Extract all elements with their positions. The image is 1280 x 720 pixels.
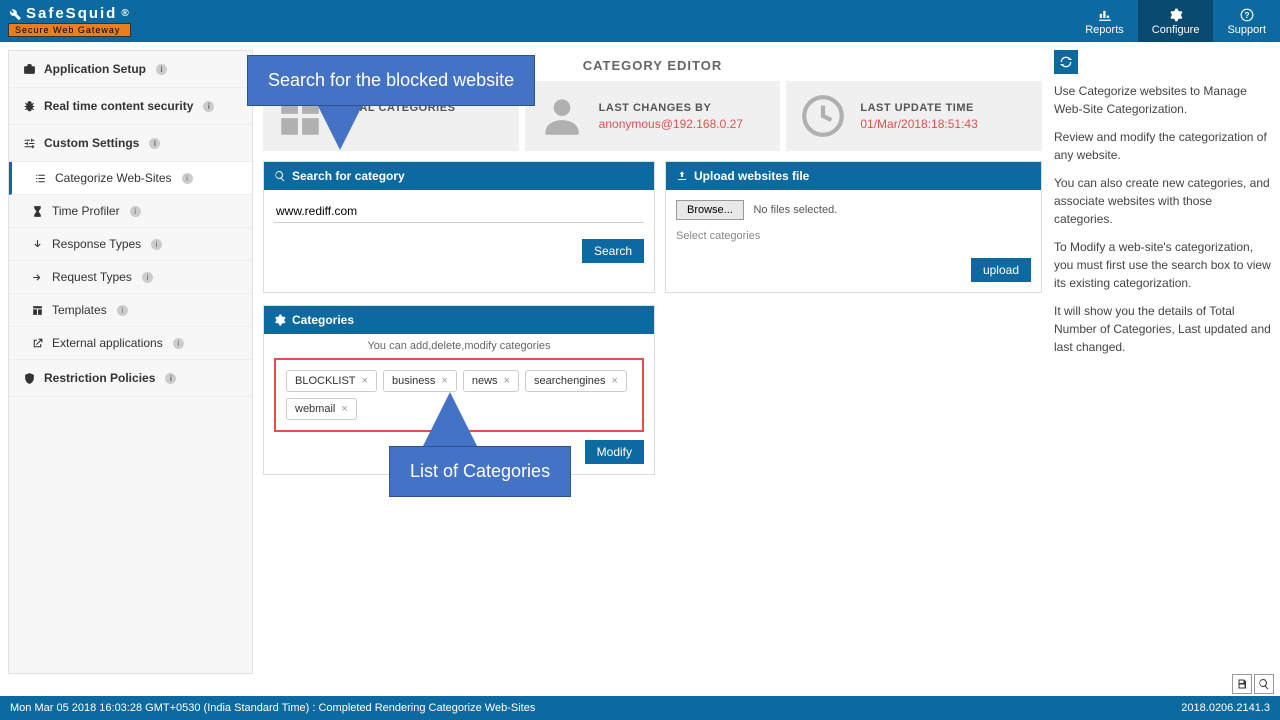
arrow-right-icon xyxy=(31,271,44,284)
refresh-icon xyxy=(1058,54,1074,70)
main: Application Setup i Real time content se… xyxy=(0,42,1280,682)
tag-item[interactable]: news× xyxy=(463,370,519,392)
hourglass-icon xyxy=(31,205,44,218)
menu-realtime[interactable]: Real time content security i xyxy=(9,88,252,125)
svg-text:?: ? xyxy=(1244,11,1249,20)
info-icon: i xyxy=(182,173,193,184)
refresh-button[interactable] xyxy=(1054,50,1078,74)
user-icon xyxy=(537,91,587,141)
info-icon: i xyxy=(156,64,167,75)
stat-last-changes: LAST CHANGES BY anonymous@192.168.0.27 xyxy=(525,81,781,151)
nav-configure[interactable]: Configure xyxy=(1138,0,1214,42)
help-p4: To Modify a web-site's categorization, y… xyxy=(1054,238,1272,292)
info-icon: i xyxy=(130,206,141,217)
footer-icons xyxy=(1232,674,1274,694)
info-icon: i xyxy=(117,305,128,316)
list-icon xyxy=(34,172,47,185)
info-icon: i xyxy=(203,101,214,112)
topbar: SafeSquid ® Secure Web Gateway Reports Co… xyxy=(0,0,1280,42)
menu-custom[interactable]: Custom Settings i xyxy=(9,125,252,162)
template-icon xyxy=(31,304,44,317)
sliders-icon xyxy=(23,137,36,150)
sidebar: Application Setup i Real time content se… xyxy=(8,50,253,674)
menu-external-apps[interactable]: External applications i xyxy=(9,327,252,360)
search-panel-title: Search for category xyxy=(292,169,405,183)
chart-icon xyxy=(1097,8,1113,22)
brand-name: SafeSquid xyxy=(26,5,117,22)
search-panel: Search for category Search xyxy=(263,161,655,293)
cogs-icon xyxy=(1168,8,1184,22)
tag-item[interactable]: business× xyxy=(383,370,457,392)
upload-panel-title: Upload websites file xyxy=(694,169,809,183)
help-p2: Review and modify the categorization of … xyxy=(1054,128,1272,164)
info-icon: i xyxy=(173,338,184,349)
wrench-icon xyxy=(8,7,22,21)
menu-restriction[interactable]: Restriction Policies i xyxy=(9,360,252,397)
menu-response-types[interactable]: Response Types i xyxy=(9,228,252,261)
callout-arrow-icon xyxy=(420,392,480,452)
remove-tag-icon[interactable]: × xyxy=(612,375,618,387)
content: CATEGORY EDITOR TOTAL CATEGORIES 0 xyxy=(263,50,1272,674)
help-p5: It will show you the details of Total Nu… xyxy=(1054,302,1272,356)
shield-icon xyxy=(23,372,36,385)
tag-item[interactable]: searchengines× xyxy=(525,370,627,392)
modify-button[interactable]: Modify xyxy=(585,440,644,464)
tag-item[interactable]: webmail× xyxy=(286,398,357,420)
callout-search: Search for the blocked website xyxy=(247,55,535,106)
search-input[interactable] xyxy=(274,200,644,223)
bug-icon xyxy=(23,100,36,113)
cogs-icon xyxy=(274,314,286,326)
briefcase-icon xyxy=(23,63,36,76)
search-icon xyxy=(274,170,286,182)
menu-request-types[interactable]: Request Types i xyxy=(9,261,252,294)
help-column: Use Categorize websites to Manage Web-Si… xyxy=(1054,50,1272,674)
save-icon xyxy=(1236,678,1248,690)
info-icon: i xyxy=(151,239,162,250)
search-icon-button[interactable] xyxy=(1254,674,1274,694)
stat-last-update: LAST UPDATE TIME 01/Mar/2018:18:51:43 xyxy=(786,81,1042,151)
help-p1: Use Categorize websites to Manage Web-Si… xyxy=(1054,82,1272,118)
remove-tag-icon[interactable]: × xyxy=(441,375,447,387)
logo: SafeSquid ® Secure Web Gateway xyxy=(0,0,131,42)
footer: Mon Mar 05 2018 16:03:28 GMT+0530 (India… xyxy=(0,696,1280,720)
clock-icon xyxy=(798,91,848,141)
search-button[interactable]: Search xyxy=(582,239,644,263)
help-icon: ? xyxy=(1239,8,1255,22)
brand-reg: ® xyxy=(121,8,130,19)
brand-tagline: Secure Web Gateway xyxy=(8,23,131,37)
nav-reports[interactable]: Reports xyxy=(1071,0,1138,42)
remove-tag-icon[interactable]: × xyxy=(362,375,368,387)
topnav: Reports Configure ? Support xyxy=(1071,0,1280,42)
save-icon-button[interactable] xyxy=(1232,674,1252,694)
upload-panel: Upload websites file Browse... No files … xyxy=(665,161,1042,293)
remove-tag-icon[interactable]: × xyxy=(341,403,347,415)
info-icon: i xyxy=(149,138,160,149)
menu-categorize[interactable]: Categorize Web-Sites i xyxy=(9,162,252,195)
remove-tag-icon[interactable]: × xyxy=(504,375,510,387)
menu-time-profiler[interactable]: Time Profiler i xyxy=(9,195,252,228)
callout-list: List of Categories xyxy=(389,446,571,497)
external-icon xyxy=(31,337,44,350)
tag-item[interactable]: BLOCKLIST× xyxy=(286,370,377,392)
menu-app-setup[interactable]: Application Setup i xyxy=(9,51,252,88)
browse-button[interactable]: Browse... xyxy=(676,200,744,220)
categories-panel-title: Categories xyxy=(292,313,354,327)
main-column: CATEGORY EDITOR TOTAL CATEGORIES 0 xyxy=(263,50,1042,674)
arrow-down-icon xyxy=(31,238,44,251)
select-categories-hint: Select categories xyxy=(676,230,1031,242)
menu-templates[interactable]: Templates i xyxy=(9,294,252,327)
info-icon: i xyxy=(142,272,153,283)
nav-support[interactable]: ? Support xyxy=(1213,0,1280,42)
info-icon: i xyxy=(165,373,176,384)
panels-row: Search for category Search Upload websit… xyxy=(263,161,1042,293)
file-status: No files selected. xyxy=(753,204,837,216)
footer-version: 2018.0206.2141.3 xyxy=(1181,702,1270,714)
footer-status: Mon Mar 05 2018 16:03:28 GMT+0530 (India… xyxy=(10,702,535,714)
upload-icon xyxy=(676,170,688,182)
search-icon xyxy=(1258,678,1270,690)
help-p3: You can also create new categories, and … xyxy=(1054,174,1272,228)
categories-help: You can add,delete,modify categories xyxy=(264,334,654,358)
upload-button[interactable]: upload xyxy=(971,258,1031,282)
